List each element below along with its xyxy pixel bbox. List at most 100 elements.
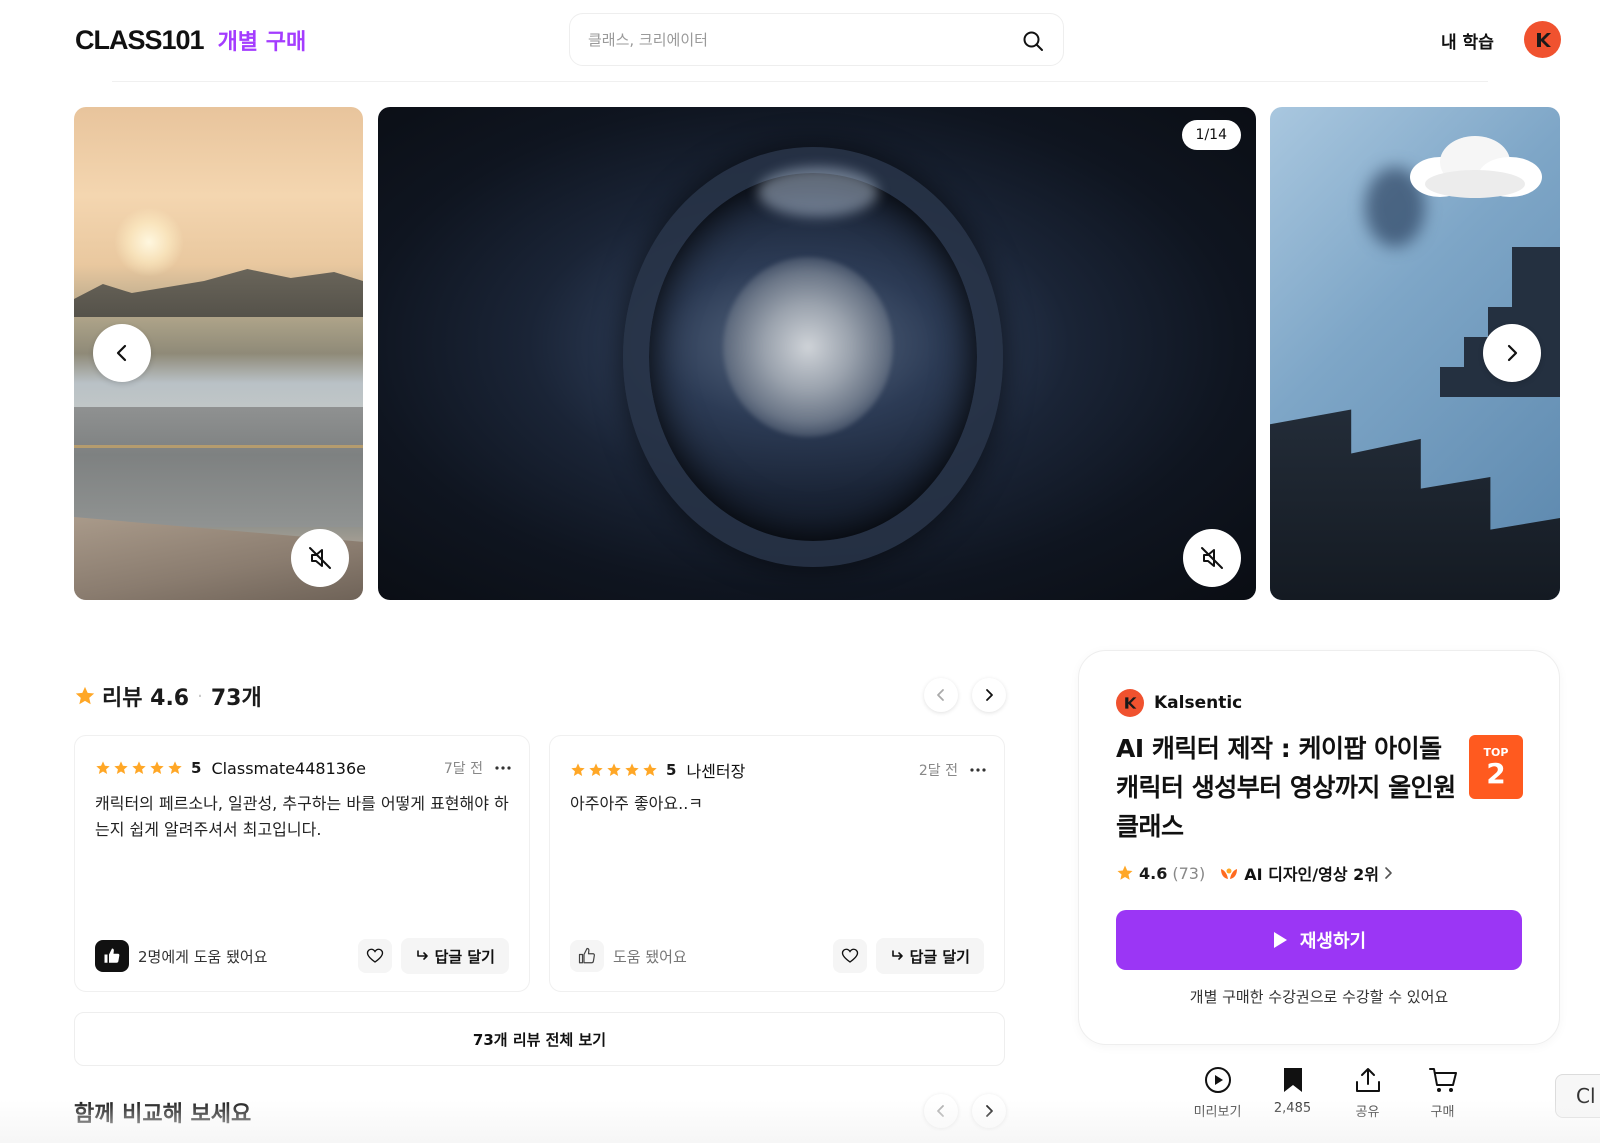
course-title: AI 캐릭터 제작 : 케이팝 아이돌 캐릭터 생성부터 영상까지 올인원 클래… [1116, 734, 1456, 841]
chevron-left-icon [116, 344, 127, 362]
reviews-next-button[interactable] [972, 678, 1006, 712]
category-rank-link[interactable]: AI 디자인/영상 2위 [1244, 861, 1379, 885]
reviews-title: 리뷰 4.6 [102, 686, 190, 711]
search-box[interactable] [569, 13, 1064, 66]
star-icon [150, 761, 164, 774]
like-button[interactable] [357, 939, 392, 973]
separator-dot: · [197, 685, 203, 707]
star-icon [571, 763, 585, 776]
sunset-image-road [74, 407, 363, 527]
purchase-button[interactable]: 구매 [1405, 1065, 1480, 1120]
compare-prev-button[interactable] [924, 1094, 958, 1128]
star-icon [132, 761, 146, 774]
more-options-icon[interactable] [970, 762, 986, 778]
header-divider [112, 81, 1488, 82]
bookmark-count: 2,485 [1273, 1101, 1312, 1116]
course-summary-card: Kalsentic AI 캐릭터 제작 : 케이팝 아이돌 캐릭터 생성부터 영… [1078, 650, 1560, 1045]
share-button[interactable]: 공유 [1330, 1065, 1405, 1120]
sunset-image-road-line [74, 445, 363, 448]
logo[interactable]: CLASS101 개별 구매 [75, 24, 306, 56]
play-circle-icon [1204, 1065, 1232, 1095]
avatar[interactable] [1524, 21, 1561, 58]
sunset-image-sun [114, 207, 184, 277]
review-card: 5 나센터장 2달 전 아주아주 좋아요..ㅋ 도움 됐어요 답글 달기 [549, 735, 1005, 992]
reply-label: 답글 달기 [909, 947, 970, 966]
rating-value: 4.6 [1139, 863, 1168, 883]
creator-info[interactable]: Kalsentic [1116, 689, 1242, 717]
star-icon [75, 686, 95, 705]
mute-button[interactable] [291, 529, 349, 587]
carousel-prev-button[interactable] [93, 324, 151, 382]
thumbs-up-icon [578, 947, 595, 964]
header: CLASS101 개별 구매 내 학습 [0, 0, 1600, 82]
speaker-muted-icon [309, 547, 331, 569]
floating-chat-label: Cl [1576, 1084, 1596, 1108]
stairs-image-cloud [1410, 136, 1542, 198]
review-time: 7달 전 [443, 761, 483, 777]
view-all-reviews-button[interactable]: 73개 리뷰 전체 보기 [74, 1012, 1005, 1066]
star-icon [1117, 865, 1133, 880]
preview-button[interactable]: 미리보기 [1180, 1065, 1255, 1120]
star-icon [114, 761, 128, 774]
reply-label: 답글 달기 [434, 947, 495, 966]
compare-next-button[interactable] [972, 1094, 1006, 1128]
reply-button[interactable]: 답글 달기 [400, 938, 509, 974]
mute-button[interactable] [1183, 529, 1241, 587]
reviews-nav [924, 678, 1006, 712]
laurel-icon [1219, 865, 1239, 881]
play-icon [1273, 932, 1287, 948]
my-learning-link[interactable]: 내 학습 [1441, 28, 1494, 53]
slide-counter: 1/14 [1181, 120, 1241, 150]
play-button-label: 재생하기 [1299, 931, 1367, 952]
course-actions: 미리보기 2,485 공유 구매 [1180, 1065, 1480, 1120]
bookmark-button[interactable]: 2,485 [1255, 1065, 1330, 1120]
purchase-label: 구매 [1430, 1105, 1455, 1120]
review-actions: 도움 됐어요 답글 달기 [570, 938, 984, 974]
search-input[interactable] [588, 26, 988, 54]
carousel-next-button[interactable] [1483, 324, 1541, 382]
reviews-prev-button[interactable] [924, 678, 958, 712]
helpful-count: 2명에게 도움 됐어요 [138, 947, 268, 966]
star-icon [96, 761, 110, 774]
thumbs-up-icon [104, 948, 120, 963]
reviews-count: 73개 [210, 686, 262, 711]
preview-label: 미리보기 [1193, 1105, 1242, 1120]
helpful-count: 도움 됐어요 [613, 947, 687, 966]
speaker-muted-icon [1201, 547, 1223, 569]
star-icon [589, 763, 603, 776]
review-actions: 2명에게 도움 됐어요 답글 달기 [95, 938, 509, 974]
like-button[interactable] [832, 939, 867, 973]
chevron-left-icon [937, 689, 944, 701]
carousel-slide-current[interactable]: 1/14 [378, 107, 1256, 600]
chevron-right-icon[interactable] [1383, 866, 1393, 880]
share-label: 공유 [1355, 1105, 1380, 1120]
reply-button[interactable]: 답글 달기 [875, 938, 984, 974]
logo-subtitle[interactable]: 개별 구매 [218, 24, 307, 56]
review-body: 캐릭터의 페르소나, 일관성, 추구하는 바를 어떻게 표현해야 하는지 쉽게 … [95, 794, 509, 839]
star-icon [607, 763, 621, 776]
search-icon[interactable] [1021, 29, 1045, 53]
review-meta: 5 Classmate448136e 7달 전 [95, 758, 511, 778]
helpful-button[interactable] [95, 940, 129, 972]
play-button[interactable]: 재생하기 [1116, 910, 1522, 970]
review-stars [95, 760, 183, 776]
review-score: 5 [666, 761, 677, 779]
review-user: 나센터장 [686, 762, 746, 781]
bookmark-icon [1282, 1065, 1304, 1095]
review-meta: 5 나센터장 2달 전 [570, 758, 986, 782]
creator-avatar[interactable] [1116, 689, 1144, 717]
purchase-note: 개별 구매한 수강권으로 수강할 수 있어요 [1189, 988, 1449, 1006]
logo-text[interactable]: CLASS101 [75, 25, 205, 56]
heart-icon [841, 948, 858, 963]
more-options-icon[interactable] [495, 760, 511, 776]
floating-chat-button[interactable]: Cl [1555, 1074, 1600, 1118]
eye-image-pupil [723, 257, 893, 437]
reply-arrow-icon [416, 950, 428, 960]
reviews-header: 리뷰 4.6 · 73개 [74, 680, 262, 712]
star-icon [168, 761, 182, 774]
helpful-button[interactable] [570, 940, 604, 972]
compare-nav [924, 1094, 1006, 1128]
chevron-left-icon [937, 1105, 944, 1117]
chevron-right-icon [1507, 344, 1518, 362]
creator-name[interactable]: Kalsentic [1154, 693, 1242, 713]
